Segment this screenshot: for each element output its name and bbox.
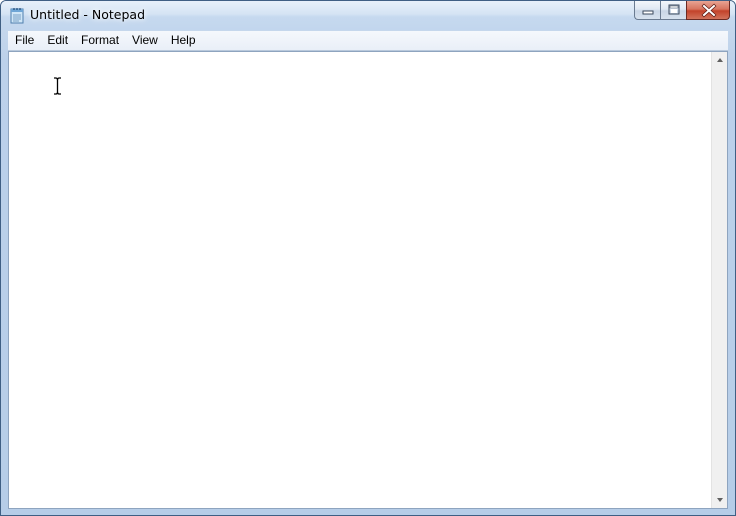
caption-buttons	[634, 1, 730, 21]
close-icon	[701, 3, 717, 18]
notepad-app-icon[interactable]	[10, 7, 24, 24]
menu-view[interactable]: View	[125, 31, 164, 50]
close-button[interactable]	[686, 1, 730, 20]
menu-format[interactable]: Format	[74, 31, 125, 50]
menu-bar: File Edit Format View Help	[8, 31, 728, 51]
notepad-window: Untitled - Notepad File Edit Format View…	[0, 0, 736, 516]
menu-help[interactable]: Help	[164, 31, 202, 50]
text-editor[interactable]	[9, 52, 712, 508]
scroll-down-arrow-icon[interactable]	[712, 492, 728, 508]
maximize-icon	[668, 4, 680, 15]
menu-file[interactable]: File	[8, 31, 40, 50]
editor-frame	[8, 51, 728, 509]
menu-edit[interactable]: Edit	[40, 31, 74, 50]
window-title: Untitled - Notepad	[30, 7, 146, 22]
vertical-scrollbar[interactable]	[711, 52, 727, 508]
scroll-up-arrow-icon[interactable]	[712, 52, 728, 68]
minimize-icon	[642, 10, 654, 15]
title-bar[interactable]: Untitled - Notepad	[1, 1, 735, 30]
maximize-button[interactable]	[660, 1, 686, 20]
minimize-button[interactable]	[634, 1, 660, 20]
